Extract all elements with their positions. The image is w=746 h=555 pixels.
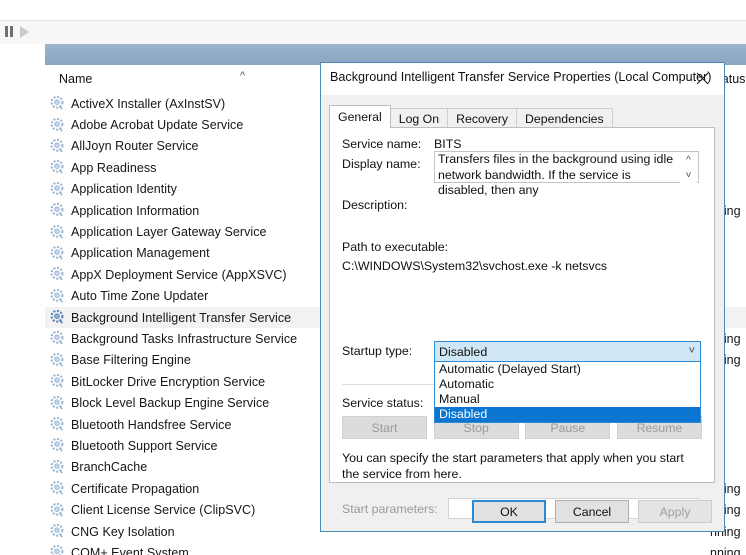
- close-icon[interactable]: [680, 63, 724, 94]
- service-name-cell: Background Intelligent Transfer Service: [71, 311, 291, 325]
- service-gear-icon: [50, 289, 67, 304]
- sort-ascending-icon: ^: [240, 70, 245, 82]
- service-gear-icon: [50, 96, 67, 111]
- service-gear-icon: [50, 438, 67, 453]
- service-name-cell: Auto Time Zone Updater: [71, 289, 208, 303]
- service-name-cell: Client License Service (ClipSVC): [71, 503, 255, 517]
- description-text: Transfers files in the background using …: [438, 152, 678, 199]
- toolbar: [0, 20, 746, 45]
- service-name-cell: AllJoyn Router Service: [71, 139, 199, 153]
- display-name-label: Display name:: [342, 157, 421, 171]
- service-name-cell: Adobe Acrobat Update Service: [71, 118, 243, 132]
- service-gear-icon: [50, 160, 67, 175]
- service-gear-icon: [50, 417, 67, 432]
- service-name-cell: AppX Deployment Service (AppXSVC): [71, 268, 287, 282]
- description-panel-body: nd . If the ITS, ISN rams: [0, 130, 45, 263]
- service-name-cell: COM+ Event System: [71, 546, 189, 555]
- service-name-cell: Application Identity: [71, 182, 177, 196]
- startup-type-combobox[interactable]: Disabled ˅: [434, 341, 701, 362]
- service-status-label: Service status:: [342, 396, 423, 410]
- dialog-titlebar[interactable]: Background Intelligent Transfer Service …: [321, 63, 724, 95]
- description-scrollbar[interactable]: ^ ˅: [680, 153, 697, 183]
- service-name-cell: CNG Key Isolation: [71, 525, 175, 539]
- service-gear-icon: [50, 481, 67, 496]
- startup-option-automatic-delayed[interactable]: Automatic (Delayed Start): [435, 362, 700, 377]
- service-gear-icon: [50, 374, 67, 389]
- startup-option-manual[interactable]: Manual: [435, 392, 700, 407]
- start-parameters-hint: You can specify the start parameters tha…: [342, 450, 704, 482]
- tab-dependencies[interactable]: Dependencies: [516, 108, 613, 128]
- service-gear-icon: [50, 267, 67, 282]
- path-to-executable-label: Path to executable:: [342, 240, 448, 254]
- apply-button[interactable]: Apply: [638, 500, 712, 523]
- service-gear-icon: [50, 524, 67, 539]
- startup-option-automatic[interactable]: Automatic: [435, 377, 700, 392]
- dialog-body: General Log On Recovery Dependencies Ser…: [321, 95, 724, 531]
- general-tab-page: Service name: BITS Display name: Backgro…: [329, 127, 715, 483]
- tab-recovery[interactable]: Recovery: [447, 108, 517, 128]
- service-description-panel: sfer nd . If the ITS, ISN rams: [0, 44, 45, 555]
- service-gear-icon: [50, 182, 67, 197]
- service-name-cell: Application Information: [71, 204, 199, 218]
- cancel-button[interactable]: Cancel: [555, 500, 629, 523]
- chevron-down-icon[interactable]: ˅: [680, 168, 697, 183]
- service-gear-icon: [50, 396, 67, 411]
- dialog-title: Background Intelligent Transfer Service …: [330, 70, 712, 84]
- startup-type-dropdown-list: Automatic (Delayed Start) Automatic Manu…: [434, 362, 701, 423]
- service-name-label: Service name:: [342, 137, 421, 151]
- service-gear-icon: [50, 331, 67, 346]
- service-name-cell: Application Layer Gateway Service: [71, 225, 267, 239]
- service-gear-icon: [50, 139, 67, 154]
- table-row[interactable]: COM+ Event System nning: [45, 542, 746, 555]
- play-icon[interactable]: [17, 24, 32, 39]
- service-gear-icon: [50, 353, 67, 368]
- chevron-down-icon[interactable]: ˅: [689, 345, 695, 357]
- service-gear-icon: [50, 203, 67, 218]
- dialog-tabs: General Log On Recovery Dependencies: [329, 106, 612, 128]
- description-textbox[interactable]: Transfers files in the background using …: [434, 151, 699, 183]
- pause-icon[interactable]: [2, 24, 16, 39]
- service-name-cell: Bluetooth Support Service: [71, 439, 217, 453]
- service-name-cell: BitLocker Drive Encryption Service: [71, 375, 265, 389]
- dialog-footer: OK Cancel Apply: [321, 500, 724, 523]
- ok-button[interactable]: OK: [472, 500, 546, 523]
- startup-type-selected-value: Disabled: [439, 345, 487, 359]
- service-name-cell: App Readiness: [71, 161, 156, 175]
- tab-log-on[interactable]: Log On: [390, 108, 448, 128]
- service-gear-icon: [50, 118, 67, 133]
- service-properties-dialog: Background Intelligent Transfer Service …: [320, 62, 725, 532]
- service-name-cell: Base Filtering Engine: [71, 353, 191, 367]
- column-header-name[interactable]: Name: [59, 72, 92, 86]
- description-label: Description:: [342, 198, 407, 212]
- startup-option-disabled[interactable]: Disabled: [435, 407, 700, 422]
- service-gear-icon: [50, 545, 67, 555]
- service-gear-icon: [50, 225, 67, 240]
- service-name-cell: Bluetooth Handsfree Service: [71, 418, 231, 432]
- service-name-value: BITS: [434, 137, 462, 151]
- service-name-cell: ActiveX Installer (AxInstSV): [71, 97, 225, 111]
- service-gear-icon: [50, 310, 67, 325]
- service-name-cell: BranchCache: [71, 460, 147, 474]
- services-mmc-window: sfer nd . If the ITS, ISN rams Name ^ St…: [0, 0, 746, 555]
- chevron-up-icon[interactable]: ^: [680, 153, 697, 168]
- tab-general[interactable]: General: [329, 105, 391, 128]
- service-gear-icon: [50, 460, 67, 475]
- startup-type-label: Startup type:: [342, 344, 412, 358]
- path-to-executable-value: C:\WINDOWS\System32\svchost.exe -k netsv…: [342, 259, 607, 273]
- toolbar-icon-group: [2, 24, 32, 39]
- service-gear-icon: [50, 246, 67, 261]
- start-button[interactable]: Start: [342, 416, 427, 439]
- service-gear-icon: [50, 503, 67, 518]
- service-name-cell: Background Tasks Infrastructure Service: [71, 332, 297, 346]
- service-name-cell: Certificate Propagation: [71, 482, 199, 496]
- description-panel-title: sfer: [0, 86, 45, 101]
- service-status-cell: nning: [710, 546, 741, 555]
- service-name-cell: Application Management: [71, 246, 210, 260]
- service-name-cell: Block Level Backup Engine Service: [71, 396, 269, 410]
